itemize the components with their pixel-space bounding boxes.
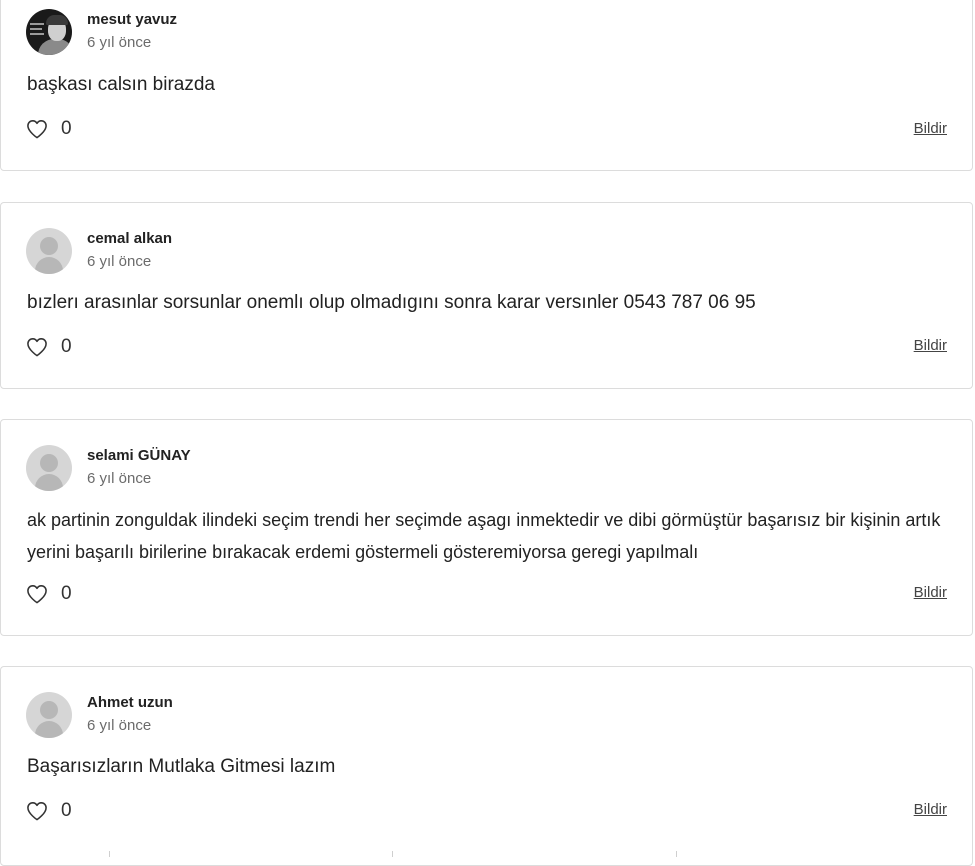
like-count: 0	[61, 118, 72, 139]
like-control[interactable]: 0	[26, 583, 72, 605]
comment-time: 6 yıl önce	[87, 253, 152, 270]
avatar[interactable]	[26, 9, 72, 55]
comment-author[interactable]: selami GÜNAY	[87, 445, 191, 467]
report-link[interactable]: Bildir	[914, 584, 947, 601]
comment-card: selami GÜNAY 6 yıl önce ak partinin zong…	[0, 419, 973, 636]
comment-author[interactable]: cemal alkan	[87, 228, 172, 250]
avatar[interactable]	[26, 692, 72, 738]
comment-time: 6 yıl önce	[87, 470, 152, 487]
comment-meta: mesut yavuz 6 yıl önce	[87, 9, 177, 55]
comment-header: selami GÜNAY 6 yıl önce	[26, 444, 191, 492]
user-silhouette-icon	[40, 454, 58, 472]
user-silhouette-icon	[40, 237, 58, 255]
like-control[interactable]: 0	[26, 336, 72, 358]
heart-outline-icon[interactable]	[26, 801, 48, 821]
comment-header: Ahmet uzun 6 yıl önce	[26, 691, 173, 739]
comment-time: 6 yıl önce	[87, 34, 152, 51]
like-count: 0	[61, 336, 72, 357]
heart-outline-icon[interactable]	[26, 584, 48, 604]
report-link[interactable]: Bildir	[914, 801, 947, 818]
heart-outline-icon[interactable]	[26, 337, 48, 357]
comment-header: mesut yavuz 6 yıl önce	[26, 8, 177, 56]
report-link[interactable]: Bildir	[914, 337, 947, 354]
comment-meta: Ahmet uzun 6 yıl önce	[87, 692, 173, 738]
like-control[interactable]: 0	[26, 800, 72, 822]
comment-header: cemal alkan 6 yıl önce	[26, 227, 172, 275]
like-count: 0	[61, 583, 72, 604]
avatar[interactable]	[26, 445, 72, 491]
bottom-divider-ticks	[0, 851, 975, 857]
comment-time: 6 yıl önce	[87, 717, 152, 734]
report-link[interactable]: Bildir	[914, 120, 947, 137]
comment-text: ak partinin zonguldak ilindeki seçim tre…	[27, 510, 941, 562]
comment-card: mesut yavuz 6 yıl önce başkası calsın bi…	[0, 0, 973, 171]
comment-author[interactable]: Ahmet uzun	[87, 692, 173, 714]
comment-meta: selami GÜNAY 6 yıl önce	[87, 445, 191, 491]
comment-text: Başarısızların Mutlaka Gitmesi lazım	[27, 756, 336, 777]
comment-text: başkası calsın birazda	[27, 74, 215, 95]
avatar[interactable]	[26, 228, 72, 274]
user-silhouette-icon	[40, 701, 58, 719]
comment-card: cemal alkan 6 yıl önce bızlerı arasınlar…	[0, 202, 973, 389]
heart-outline-icon[interactable]	[26, 119, 48, 139]
comment-author[interactable]: mesut yavuz	[87, 9, 177, 31]
like-count: 0	[61, 800, 72, 821]
comment-meta: cemal alkan 6 yıl önce	[87, 228, 172, 274]
like-control[interactable]: 0	[26, 118, 72, 140]
comment-text: bızlerı arasınlar sorsunlar onemlı olup …	[27, 292, 756, 313]
comment-card: Ahmet uzun 6 yıl önce Başarısızların Mut…	[0, 666, 973, 866]
